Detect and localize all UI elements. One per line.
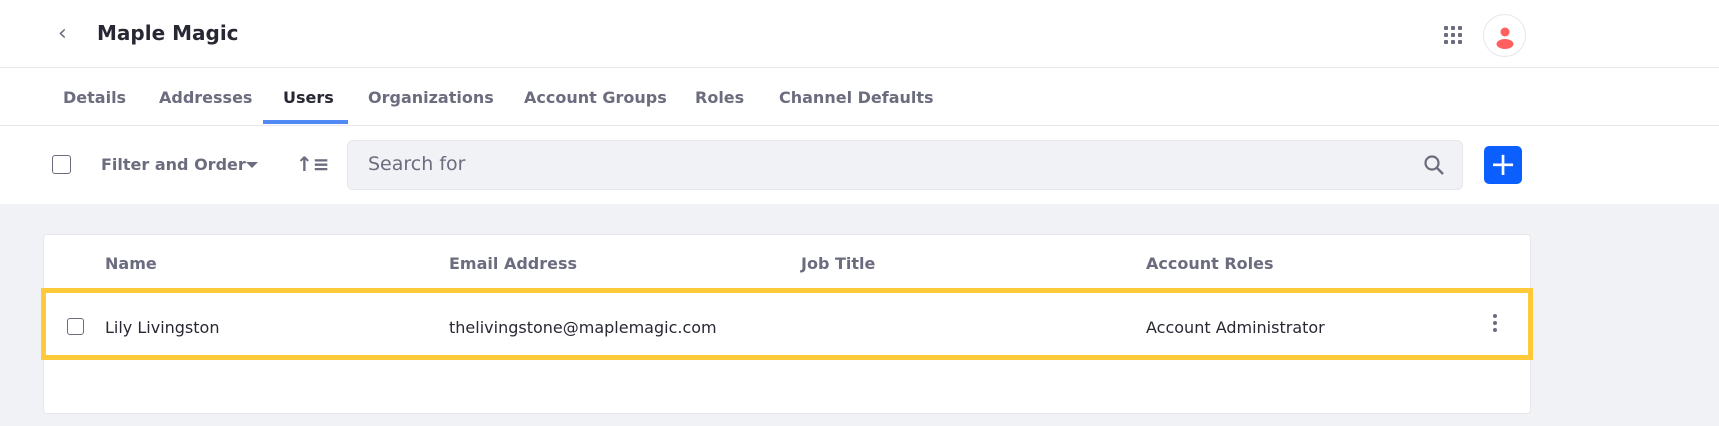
tab-roles[interactable]: Roles (695, 88, 744, 107)
search-input[interactable] (368, 153, 1368, 175)
apps-grid-icon[interactable] (1444, 26, 1462, 44)
sort-order-icon[interactable]: ↑≡ (296, 152, 330, 176)
header: ‹ Maple Magic (0, 0, 1719, 68)
table-row[interactable]: Lily Livingston thelivingstone@maplemagi… (41, 288, 1533, 360)
tab-organizations[interactable]: Organizations (368, 88, 494, 107)
select-all-checkbox[interactable] (52, 155, 71, 174)
user-name[interactable]: Lily Livingston (105, 318, 219, 337)
user-avatar[interactable] (1483, 14, 1526, 57)
column-header-email[interactable]: Email Address (449, 254, 577, 273)
users-table: Name Email Address Job Title Account Rol… (41, 234, 1533, 414)
row-actions-kebab-icon[interactable] (1492, 314, 1498, 336)
column-header-name[interactable]: Name (105, 254, 157, 273)
tab-addresses[interactable]: Addresses (159, 88, 252, 107)
tab-account-groups[interactable]: Account Groups (524, 88, 667, 107)
tab-details[interactable]: Details (63, 88, 126, 107)
tab-users[interactable]: Users (283, 88, 334, 107)
tab-bar: Details Addresses Users Organizations Ac… (0, 68, 1719, 126)
user-icon (1496, 27, 1514, 49)
search-icon[interactable] (1423, 154, 1445, 176)
active-tab-indicator (263, 120, 348, 124)
user-account-roles: Account Administrator (1146, 318, 1325, 337)
management-toolbar: Filter and Order ↑≡ + (0, 126, 1719, 204)
column-header-job-title[interactable]: Job Title (801, 254, 875, 273)
search-box (347, 140, 1463, 190)
column-header-account-roles[interactable]: Account Roles (1146, 254, 1274, 273)
row-checkbox[interactable] (67, 318, 84, 335)
tab-channel-defaults[interactable]: Channel Defaults (779, 88, 934, 107)
plus-icon: + (1489, 145, 1517, 183)
user-email: thelivingstone@maplemagic.com (449, 318, 717, 337)
add-user-button[interactable]: + (1484, 146, 1522, 184)
back-chevron-icon[interactable]: ‹ (58, 22, 78, 46)
caret-down-icon (246, 162, 258, 168)
page-title: Maple Magic (97, 21, 239, 45)
filter-and-order-button[interactable]: Filter and Order (101, 155, 246, 174)
